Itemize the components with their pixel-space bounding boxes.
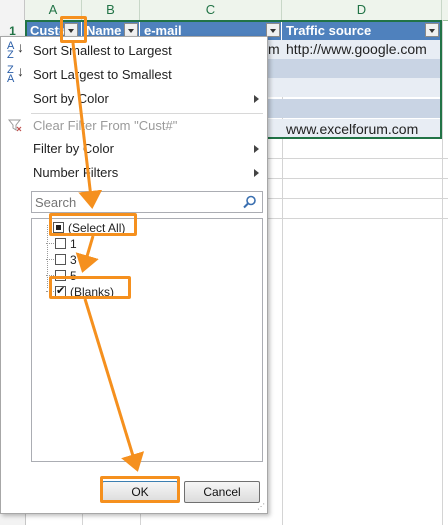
menu-clear-filter[interactable]: Clear Filter From "Cust#" [1, 115, 267, 137]
cancel-button[interactable]: Cancel [184, 481, 260, 503]
gridline [442, 20, 443, 525]
search-box[interactable] [31, 191, 263, 213]
menu-item-label: Filter by Color [33, 141, 114, 156]
tree-connector [46, 243, 54, 245]
tree-connector [46, 259, 54, 261]
menu-item-label: Sort Largest to Smallest [33, 67, 172, 82]
search-input[interactable] [34, 193, 236, 211]
list-item-select-all[interactable]: (Select All) [53, 219, 125, 235]
tree-connector [46, 291, 54, 293]
sort-ascending-icon: A Z ↓ [7, 39, 24, 61]
filter-value-list[interactable]: (Select All) 1 3 5 (Blanks) [31, 218, 263, 462]
menu-item-label: Number Filters [33, 165, 119, 180]
checkbox[interactable] [55, 238, 66, 250]
list-item[interactable]: 1 [46, 235, 77, 251]
autofilter-menu: A Z ↓ Sort Smallest to Largest Z A ↓ Sort La… [0, 36, 268, 514]
submenu-arrow-icon [254, 145, 259, 153]
checkbox-blanks[interactable] [55, 283, 66, 299]
checkbox[interactable] [55, 270, 66, 282]
list-item-blanks[interactable]: (Blanks) [46, 283, 114, 299]
sort-descending-icon: Z A ↓ [7, 63, 24, 85]
submenu-arrow-icon [254, 95, 259, 103]
column-header-b[interactable]: B [82, 0, 140, 20]
menu-item-label: Clear Filter From "Cust#" [33, 118, 178, 133]
search-icon[interactable] [242, 194, 258, 210]
menu-sort-ascending[interactable]: A Z ↓ Sort Smallest to Largest [1, 40, 267, 62]
menu-filter-by-color[interactable]: Filter by Color [1, 138, 267, 160]
checkbox[interactable] [55, 254, 66, 266]
list-item[interactable]: 5 [46, 267, 77, 283]
menu-separator [31, 113, 263, 114]
select-all-corner[interactable] [0, 0, 25, 20]
tree-connector [46, 275, 54, 277]
menu-item-label: Sort Smallest to Largest [33, 43, 172, 58]
submenu-arrow-icon [254, 169, 259, 177]
column-header-a[interactable]: A [25, 0, 82, 20]
ok-button[interactable]: OK [102, 481, 178, 503]
menu-sort-by-color[interactable]: Sort by Color [1, 88, 267, 110]
column-header-row: A B C D [0, 0, 448, 21]
menu-sort-descending[interactable]: Z A ↓ Sort Largest to Smallest [1, 64, 267, 86]
menu-number-filters[interactable]: Number Filters [1, 162, 267, 184]
menu-item-label: Sort by Color [33, 91, 109, 106]
checkbox-select-all[interactable] [53, 222, 64, 234]
resize-grip-icon[interactable]: ⋰ [257, 503, 265, 511]
clear-filter-icon [7, 117, 25, 135]
list-item[interactable]: 3 [46, 251, 77, 267]
column-header-c[interactable]: C [140, 0, 282, 20]
column-header-d[interactable]: D [282, 0, 442, 20]
